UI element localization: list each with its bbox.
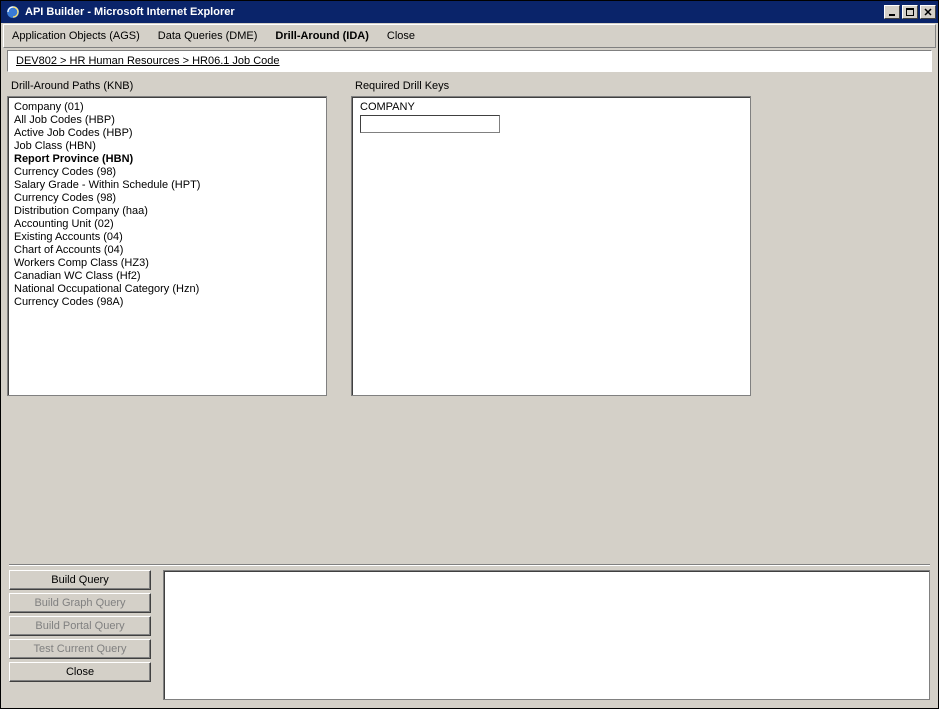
ie-icon <box>5 4 21 20</box>
list-item[interactable]: Existing Accounts (04) <box>14 231 320 244</box>
breadcrumb-panel: DEV802 > HR Human Resources > HR06.1 Job… <box>7 50 932 72</box>
bottom-row: Build Query Build Graph Query Build Port… <box>7 570 932 702</box>
menu-drill-around[interactable]: Drill-Around (IDA) <box>275 30 368 42</box>
paths-listbox[interactable]: Company (01)All Job Codes (HBP)Active Jo… <box>7 96 327 396</box>
list-item[interactable]: Currency Codes (98) <box>14 192 320 205</box>
spacer <box>7 396 932 558</box>
drill-key-label: COMPANY <box>360 101 742 113</box>
menu-application-objects[interactable]: Application Objects (AGS) <box>12 30 140 42</box>
maximize-button[interactable] <box>902 5 918 19</box>
build-portal-query-button[interactable]: Build Portal Query <box>9 616 151 636</box>
button-stack: Build Query Build Graph Query Build Port… <box>9 570 151 700</box>
paths-column: Drill-Around Paths (KNB) Company (01)All… <box>7 78 327 396</box>
list-item[interactable]: Distribution Company (haa) <box>14 205 320 218</box>
list-item[interactable]: Workers Comp Class (HZ3) <box>14 257 320 270</box>
close-button[interactable] <box>920 5 936 19</box>
columns: Drill-Around Paths (KNB) Company (01)All… <box>7 78 932 396</box>
list-item[interactable]: All Job Codes (HBP) <box>14 114 320 127</box>
title-controls <box>884 5 936 19</box>
divider <box>9 564 930 566</box>
list-item[interactable]: Report Province (HBN) <box>14 153 320 166</box>
titlebar: API Builder - Microsoft Internet Explore… <box>1 1 938 23</box>
content-area: Drill-Around Paths (KNB) Company (01)All… <box>1 78 938 708</box>
query-output[interactable] <box>163 570 930 700</box>
menu-data-queries[interactable]: Data Queries (DME) <box>158 30 258 42</box>
window-title: API Builder - Microsoft Internet Explore… <box>25 6 884 18</box>
drill-key-input[interactable] <box>360 115 500 133</box>
list-item[interactable]: Company (01) <box>14 101 320 114</box>
build-graph-query-button[interactable]: Build Graph Query <box>9 593 151 613</box>
list-item[interactable]: Canadian WC Class (Hf2) <box>14 270 320 283</box>
list-item[interactable]: Accounting Unit (02) <box>14 218 320 231</box>
list-item[interactable]: Chart of Accounts (04) <box>14 244 320 257</box>
list-item[interactable]: Job Class (HBN) <box>14 140 320 153</box>
app-window: API Builder - Microsoft Internet Explore… <box>0 0 939 709</box>
build-query-button[interactable]: Build Query <box>9 570 151 590</box>
test-current-query-button[interactable]: Test Current Query <box>9 639 151 659</box>
list-item[interactable]: National Occupational Category (Hzn) <box>14 283 320 296</box>
menu-close[interactable]: Close <box>387 30 415 42</box>
close-query-button[interactable]: Close <box>9 662 151 682</box>
menubar: Application Objects (AGS) Data Queries (… <box>3 24 936 48</box>
list-item[interactable]: Currency Codes (98) <box>14 166 320 179</box>
minimize-button[interactable] <box>884 5 900 19</box>
paths-label: Drill-Around Paths (KNB) <box>11 80 327 92</box>
drillkeys-panel: COMPANY <box>351 96 751 396</box>
list-item[interactable]: Currency Codes (98A) <box>14 296 320 309</box>
drillkeys-label: Required Drill Keys <box>355 80 751 92</box>
list-item[interactable]: Salary Grade - Within Schedule (HPT) <box>14 179 320 192</box>
list-item[interactable]: Active Job Codes (HBP) <box>14 127 320 140</box>
breadcrumb[interactable]: DEV802 > HR Human Resources > HR06.1 Job… <box>16 55 280 67</box>
drillkeys-column: Required Drill Keys COMPANY <box>351 78 751 396</box>
